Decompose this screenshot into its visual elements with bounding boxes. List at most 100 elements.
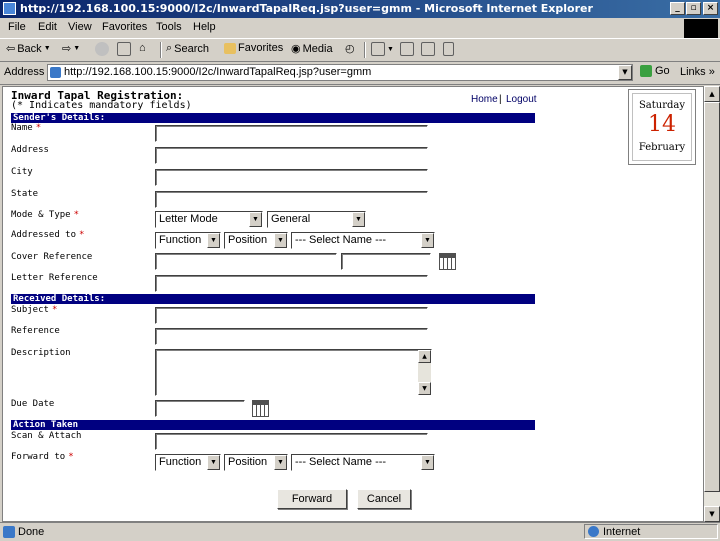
chevron-down-icon: ▼	[421, 455, 434, 470]
menu-view[interactable]: View	[68, 21, 92, 33]
discuss-icon	[443, 42, 454, 56]
chevron-down-icon: ▼	[387, 45, 394, 53]
logout-link[interactable]: Logout	[506, 94, 537, 105]
menu-file[interactable]: File	[8, 21, 26, 33]
city-input[interactable]	[155, 169, 428, 186]
scroll-up-icon[interactable]: ▲	[704, 86, 720, 102]
addressed-position-select[interactable]: Position ▼	[224, 232, 288, 249]
cancel-button[interactable]: Cancel	[357, 489, 411, 509]
forward-nav-button[interactable]: ⇨ ▼	[62, 42, 80, 55]
cover-reference-input[interactable]	[155, 253, 337, 270]
function-value: Function	[159, 456, 202, 468]
refresh-icon	[117, 42, 131, 56]
scroll-thumb[interactable]	[704, 102, 720, 492]
menu-bar: File Edit View Favorites Tools Help	[0, 18, 720, 39]
chevron-down-icon: ▼	[274, 455, 287, 470]
address-input[interactable]: http://192.168.100.15:9000/I2c/InwardTap…	[47, 64, 633, 81]
reference-input[interactable]	[155, 328, 428, 345]
position-value: Position	[228, 234, 268, 246]
home-link[interactable]: Home	[471, 94, 498, 105]
type-select[interactable]: General ▼	[267, 211, 366, 228]
forward-button[interactable]: Forward	[277, 489, 347, 509]
close-button[interactable]: ×	[703, 2, 718, 15]
history-icon: ◴	[345, 43, 355, 55]
title-bar: http://192.168.100.15:9000/I2c/InwardTap…	[0, 0, 720, 18]
chevron-down-icon: ▼	[352, 212, 365, 227]
address-bar: Address http://192.168.100.15:9000/I2c/I…	[0, 62, 720, 85]
media-button[interactable]: ◉ Media	[291, 42, 333, 56]
back-label: Back	[17, 42, 42, 55]
chevron-down-icon[interactable]: ▼	[618, 65, 632, 80]
scan-attach-input[interactable]	[155, 433, 428, 450]
forward-to-label-text: Forward to	[11, 452, 66, 462]
addressed-function-select[interactable]: Function ▼	[155, 232, 221, 249]
name-label-text: Name	[11, 123, 33, 133]
go-label: Go	[655, 65, 670, 77]
back-button[interactable]: ⇦ Back ▼	[6, 42, 51, 56]
mode-select[interactable]: Letter Mode ▼	[155, 211, 263, 228]
day-name: Saturday	[638, 100, 686, 111]
type-value: General	[271, 213, 311, 225]
required-marker: *	[73, 210, 80, 220]
stop-icon	[95, 42, 109, 56]
internet-globe-icon	[588, 526, 599, 537]
chevron-down-icon: ▼	[249, 212, 262, 227]
chevron-down-icon: ▼	[73, 45, 81, 52]
required-marker: *	[51, 305, 58, 315]
addressed-name-select[interactable]: --- Select Name --- ▼	[291, 232, 435, 249]
edit-icon	[421, 42, 435, 56]
link-divider: |	[499, 94, 502, 105]
calendar-icon[interactable]	[439, 253, 456, 270]
search-label: Search	[174, 42, 210, 55]
calendar-icon[interactable]	[252, 400, 269, 417]
reference-label: Reference	[11, 326, 60, 336]
letter-reference-input[interactable]	[155, 275, 428, 292]
search-button[interactable]: ⌕ Search	[166, 42, 209, 55]
name-input[interactable]	[155, 125, 428, 142]
menu-favorites[interactable]: Favorites	[102, 21, 147, 33]
name-label: Name *	[11, 123, 41, 133]
chevron-down-icon: ▼	[421, 233, 434, 248]
forward-position-select[interactable]: Position ▼	[224, 454, 288, 471]
print-button[interactable]	[400, 42, 414, 56]
menu-tools[interactable]: Tools	[156, 21, 182, 33]
scroll-down-icon[interactable]: ▼	[418, 382, 431, 395]
description-label: Description	[11, 348, 71, 358]
letter-reference-label: Letter Reference	[11, 273, 98, 283]
minimize-button[interactable]: _	[670, 2, 685, 15]
refresh-button[interactable]	[117, 42, 131, 56]
scroll-up-icon[interactable]: ▲	[418, 350, 431, 363]
forward-function-select[interactable]: Function ▼	[155, 454, 221, 471]
name-value: --- Select Name ---	[295, 456, 387, 468]
address-input-field[interactable]	[155, 147, 428, 164]
required-marker: *	[68, 452, 74, 462]
search-icon: ⌕	[166, 42, 173, 54]
subject-input[interactable]	[155, 307, 428, 324]
discuss-button[interactable]	[443, 42, 454, 56]
forward-name-select[interactable]: --- Select Name --- ▼	[291, 454, 435, 471]
zone-text: Internet	[603, 526, 641, 538]
due-date-input[interactable]	[155, 400, 245, 417]
links-button[interactable]: Links »	[680, 66, 715, 78]
home-icon: ⌂	[139, 42, 146, 54]
section-sender: Sender's Details:	[11, 113, 535, 123]
cover-date-input[interactable]	[341, 253, 431, 270]
favorites-button[interactable]: Favorites	[224, 42, 283, 54]
edit-button[interactable]	[421, 42, 435, 56]
scroll-down-icon[interactable]: ▼	[704, 506, 720, 522]
menu-edit[interactable]: Edit	[38, 21, 57, 33]
mail-button[interactable]: ▼	[371, 42, 394, 56]
state-input[interactable]	[155, 191, 428, 208]
home-button[interactable]: ⌂	[139, 42, 146, 54]
history-button[interactable]: ◴	[345, 42, 355, 55]
description-textarea[interactable]: ▲ ▼	[155, 349, 432, 396]
security-zone: Internet	[584, 524, 718, 539]
subject-label: Subject *	[11, 305, 57, 315]
textarea-scrollbar[interactable]: ▲ ▼	[418, 350, 431, 395]
menu-help[interactable]: Help	[193, 21, 216, 33]
go-button[interactable]: Go	[640, 65, 670, 77]
maximize-button[interactable]: ▫	[686, 2, 701, 15]
page-scrollbar[interactable]: ▲ ▼	[704, 86, 720, 522]
toolbar-separator	[160, 42, 162, 58]
stop-button[interactable]	[95, 42, 109, 56]
